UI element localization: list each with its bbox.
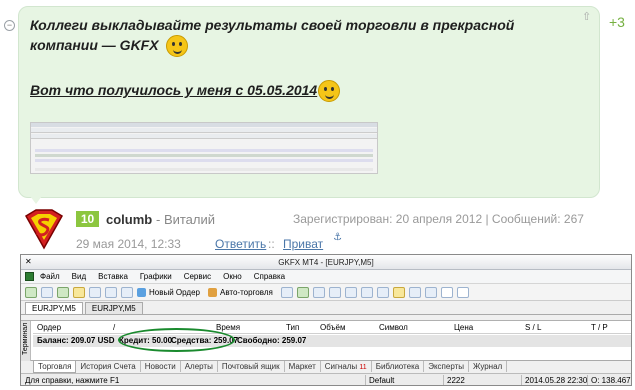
autotrading-icon	[207, 287, 217, 297]
mt4-menubar: Файл Вид Вставка Графики Сервис Окно Спр…	[21, 270, 631, 284]
tab-alerts: Алерты	[181, 361, 218, 372]
market-watch-icon	[57, 286, 69, 298]
bar-chart-icon	[280, 286, 293, 298]
col-price: Цена	[454, 323, 474, 332]
periods-icon	[408, 286, 421, 298]
chart-shift-icon	[376, 286, 389, 298]
col-tp: T / P	[591, 323, 608, 332]
autoscroll-icon	[360, 286, 373, 298]
mt4-window-title: GKFX MT4 - [EURJPY,M5]	[278, 258, 374, 267]
zoom-in-icon	[328, 286, 341, 298]
templates-icon	[424, 286, 437, 298]
new-order-button: Новый Ордер	[137, 287, 200, 297]
status-open: O: 138.467	[591, 376, 631, 385]
signals-badge: 11	[359, 364, 367, 371]
mt4-menu-charts: Графики	[139, 272, 172, 281]
smiley-icon	[318, 80, 340, 102]
free-margin-value: Свободно: 259.07	[237, 336, 307, 345]
registration-info: Зарегистрирован: 20 апреля 2012 | Сообще…	[293, 212, 584, 226]
col-symbol: Символ	[379, 323, 408, 332]
terminal-icon	[105, 286, 117, 298]
mt4-screenshot: ✕ GKFX MT4 - [EURJPY,M5] Файл Вид Вставк…	[20, 254, 632, 386]
post-score: +3	[609, 14, 625, 30]
new-order-icon	[137, 287, 146, 297]
upvote-arrow-icon[interactable]: ⇧	[582, 10, 591, 23]
smiley-icon	[166, 35, 189, 58]
col-sl: S / L	[525, 323, 542, 332]
crosshair-icon	[456, 286, 469, 298]
mt4-menu-tools: Сервис	[183, 272, 212, 281]
bubble-tail	[30, 196, 42, 204]
mt4-menu-help: Справка	[253, 272, 286, 281]
zoom-out-icon	[344, 286, 357, 298]
col-order: Ордер	[37, 323, 62, 332]
anchor-icon[interactable]: ⚓	[333, 232, 342, 243]
line-chart-icon	[312, 286, 325, 298]
autotrading-button: Авто-торговля	[207, 287, 273, 297]
mt4-menu-file: Файл	[40, 272, 60, 281]
mt4-menu-window: Окно	[223, 272, 242, 281]
mt4-menu-view: Вид	[71, 272, 87, 281]
tab-trade: Торговля	[33, 361, 77, 373]
terminal-header: Ордер / Время Тип Объём Символ Цена S / …	[33, 321, 631, 334]
post-subtitle: Вот что получилось у меня с 05.05.2014	[30, 82, 318, 98]
mt4-toolbar: Новый Ордер Авто-торговля	[21, 284, 631, 301]
screenshot-thumbnail[interactable]	[30, 122, 378, 174]
terminal-side-label: Терминал	[21, 321, 31, 361]
navigator-icon	[89, 286, 101, 298]
chart-tab: EURJPY,M5	[25, 302, 83, 314]
status-profile: Default	[369, 376, 395, 385]
reply-link[interactable]: Ответить	[215, 237, 266, 251]
post-text: Коллеги выкладывайте результаты своей то…	[30, 15, 570, 58]
username-link[interactable]: columb	[106, 212, 152, 227]
user-level-badge: 10	[76, 211, 99, 227]
tester-icon	[121, 286, 133, 298]
tab-code-base: Библиотека	[372, 361, 425, 372]
status-help: Для справки, нажмите F1	[25, 376, 120, 385]
superman-avatar[interactable]	[22, 208, 66, 252]
mt4-chart-tabs: EURJPY,M5 EURJPY,M5	[21, 301, 631, 315]
tab-signals: Сигналы 11	[321, 361, 372, 372]
tab-account-history: История Счета	[76, 361, 141, 372]
user-realname: - Виталий	[156, 212, 216, 227]
tab-market: Маркет	[285, 361, 321, 372]
col-time: Время	[216, 323, 241, 332]
tab-news: Новости	[141, 361, 181, 372]
post-date: 29 мая 2014, 12:33	[76, 237, 181, 251]
private-message-link[interactable]: Приват	[283, 237, 323, 251]
col-volume: Объём	[320, 323, 346, 332]
col-slash: /	[113, 323, 116, 332]
mt4-app-icon	[25, 272, 34, 281]
chart-tab: EURJPY,M5	[84, 302, 143, 314]
terminal-tabs: Торговля История Счета Новости Алерты По…	[21, 360, 631, 373]
collapse-toggle[interactable]: −	[4, 20, 15, 31]
mt4-statusbar: Для справки, нажмите F1 Default 2222 201…	[21, 373, 631, 385]
data-window-icon	[73, 286, 85, 298]
tab-experts: Эксперты	[424, 361, 470, 372]
mt4-terminal: Терминал Ордер / Время Тип Объём Символ …	[21, 320, 631, 361]
tab-mailbox: Почтовый ящик	[218, 361, 285, 372]
mt4-titlebar: ✕ GKFX MT4 - [EURJPY,M5]	[21, 255, 631, 270]
link-separator: ::	[268, 237, 275, 251]
status-datetime: 2014.05.28 22:30	[525, 376, 588, 385]
new-chart-icon	[25, 286, 37, 298]
highlight-oval	[118, 328, 235, 352]
status-count: 2222	[447, 376, 465, 385]
candlestick-icon	[296, 286, 309, 298]
balance-value: Баланс: 209.07 USD	[37, 336, 115, 345]
profiles-icon	[41, 286, 53, 298]
indicators-icon	[392, 286, 405, 298]
cursor-icon	[440, 286, 453, 298]
col-type: Тип	[286, 323, 300, 332]
tab-journal: Журнал	[469, 361, 508, 372]
mt4-menu-insert: Вставка	[98, 272, 128, 281]
